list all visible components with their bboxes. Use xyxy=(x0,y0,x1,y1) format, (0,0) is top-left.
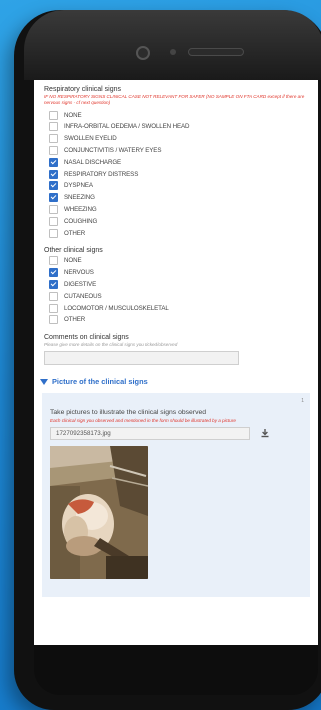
checkbox[interactable] xyxy=(49,315,58,325)
checkbox[interactable] xyxy=(49,193,58,203)
picture-prompt: Take pictures to illustrate the clinical… xyxy=(50,408,207,416)
repeat-number: 1 xyxy=(301,397,304,404)
form-content: Respiratory clinical signs IF NO RESPIRA… xyxy=(34,80,318,597)
respiratory-warning: IF NO RESPIRATORY SIGNS CLINICAL CASE NO… xyxy=(44,94,305,105)
clinical-sign-photo[interactable] xyxy=(50,445,148,579)
comments-input[interactable] xyxy=(44,350,239,365)
option-cutaneous[interactable]: CUTANEOUS xyxy=(44,290,308,302)
checkbox[interactable] xyxy=(49,181,58,191)
checkbox[interactable] xyxy=(49,268,58,278)
picture-section-title: Picture of the clinical signs xyxy=(52,377,148,387)
file-row: 1727092358173.jpg xyxy=(50,426,302,440)
checkbox[interactable] xyxy=(49,145,58,155)
option-digestive[interactable]: DIGESTIVE xyxy=(44,279,308,291)
respiratory-title: Respiratory clinical signs xyxy=(44,86,122,93)
checkbox[interactable] xyxy=(49,204,58,214)
other-signs-options: NONE NERVOUS DIGESTIVE CUTANEOUS LOCOMOT… xyxy=(44,255,308,326)
option-sneezing[interactable]: SNEEZING xyxy=(44,192,308,204)
picture-section-toggle[interactable]: Picture of the clinical signs xyxy=(40,375,308,389)
checkbox[interactable] xyxy=(49,256,58,266)
option-infra-orbital-oedema[interactable]: INFRA-ORBITAL OEDEMA / SWOLLEN HEAD xyxy=(44,121,308,133)
phone-screen: Respiratory clinical signs IF NO RESPIRA… xyxy=(34,80,318,645)
picture-warning: Each clinical sign you observed and ment… xyxy=(50,417,236,423)
checkbox[interactable] xyxy=(49,110,58,120)
option-wheezing[interactable]: WHEEZING xyxy=(44,204,308,216)
phone-top-bezel xyxy=(24,10,321,80)
camera-icon xyxy=(136,46,150,60)
option-dyspnea[interactable]: DYSPNEA xyxy=(44,180,308,192)
speaker-grille xyxy=(188,48,244,56)
option-locomotor[interactable]: LOCOMOTOR / MUSCULOSKELETAL xyxy=(44,302,308,314)
checkbox[interactable] xyxy=(49,134,58,144)
checkbox[interactable] xyxy=(49,169,58,179)
collapse-triangle-icon xyxy=(40,378,48,385)
checkbox[interactable] xyxy=(49,303,58,313)
download-icon[interactable] xyxy=(260,428,270,438)
option-respiratory-distress[interactable]: RESPIRATORY DISTRESS xyxy=(44,168,308,180)
option-swollen-eyelid[interactable]: SWOLLEN EYELID xyxy=(44,133,308,145)
other-signs-title: Other clinical signs xyxy=(44,246,103,254)
checkbox[interactable] xyxy=(49,228,58,238)
file-name-field[interactable]: 1727092358173.jpg xyxy=(50,426,250,440)
option-none[interactable]: NONE xyxy=(44,255,308,267)
option-nervous[interactable]: NERVOUS xyxy=(44,267,308,279)
checkbox[interactable] xyxy=(49,157,58,167)
respiratory-options: NONE INFRA-ORBITAL OEDEMA / SWOLLEN HEAD… xyxy=(44,109,308,239)
picture-panel: 1 Take pictures to illustrate the clinic… xyxy=(42,392,310,597)
sensor-icon xyxy=(170,49,176,55)
phone-bottom-bezel xyxy=(34,645,318,695)
option-other[interactable]: OTHER xyxy=(44,227,308,239)
checkbox[interactable] xyxy=(49,216,58,226)
checkbox[interactable] xyxy=(49,122,58,132)
checkbox[interactable] xyxy=(49,279,58,289)
option-nasal-discharge[interactable]: NASAL DISCHARGE xyxy=(44,156,308,168)
option-coughing[interactable]: COUGHING xyxy=(44,215,308,227)
option-conjunctivitis[interactable]: CONJUNCTIVITIS / WATERY EYES xyxy=(44,145,308,157)
option-other[interactable]: OTHER xyxy=(44,314,308,326)
comments-hint: Please give more details on the clinical… xyxy=(44,341,178,347)
comments-title: Comments on clinical signs xyxy=(44,333,129,341)
checkbox[interactable] xyxy=(49,291,58,301)
option-none[interactable]: NONE xyxy=(44,109,308,121)
